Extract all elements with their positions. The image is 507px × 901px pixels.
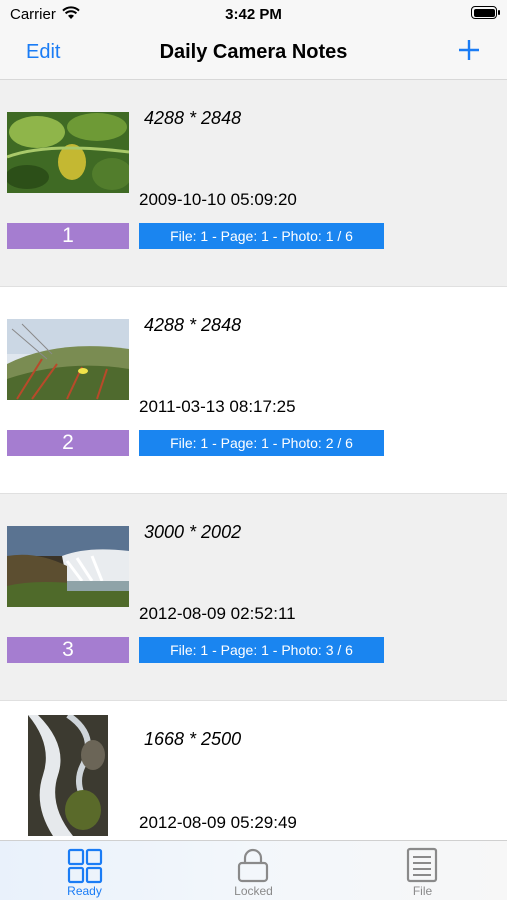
battery-icon bbox=[471, 6, 500, 19]
photo-dimensions: 4288 * 2848 bbox=[144, 315, 242, 335]
tab-label: Ready bbox=[67, 884, 102, 898]
photo-number-badge: 1 bbox=[7, 223, 129, 249]
photo-row[interactable]: 4288 * 2848 2011-03-13 08:17:25 2 File: … bbox=[0, 287, 507, 494]
grid-icon bbox=[67, 848, 103, 884]
photo-date: 2011-03-13 08:17:25 bbox=[139, 397, 296, 416]
photo-thumbnail bbox=[7, 319, 129, 400]
photo-number-badge: 3 bbox=[7, 637, 129, 663]
photo-row[interactable]: 1668 * 2500 2012-08-09 05:29:49 bbox=[0, 701, 507, 840]
photo-number-badge: 2 bbox=[7, 430, 129, 456]
photo-thumbnail bbox=[28, 715, 108, 836]
photo-date: 2012-08-09 05:29:49 bbox=[139, 813, 297, 832]
photo-dimensions: 3000 * 2002 bbox=[144, 522, 242, 542]
page-title: Daily Camera Notes bbox=[159, 41, 348, 63]
photo-thumbnail bbox=[7, 526, 129, 607]
photo-date: 2012-08-09 02:52:11 bbox=[139, 604, 296, 623]
tab-label: File bbox=[412, 884, 433, 898]
lock-icon bbox=[237, 848, 269, 883]
photo-thumbnail bbox=[7, 112, 129, 193]
photo-date: 2009-10-10 05:09:20 bbox=[139, 190, 297, 209]
tab-ready[interactable]: Ready bbox=[0, 841, 169, 901]
file-info-badge: File: 1 - Page: 1 - Photo: 3 / 6 bbox=[139, 637, 384, 663]
photo-row[interactable]: 4288 * 2848 2009-10-10 05:09:20 1 File: … bbox=[0, 80, 507, 287]
document-icon bbox=[406, 847, 438, 883]
navigation-bar: Edit Daily Camera Notes bbox=[0, 30, 507, 80]
photo-row[interactable]: 3000 * 2002 2012-08-09 02:52:11 3 File: … bbox=[0, 494, 507, 701]
tab-locked[interactable]: Locked bbox=[169, 841, 338, 901]
photo-dimensions: 4288 * 2848 bbox=[144, 108, 242, 128]
file-info-badge: File: 1 - Page: 1 - Photo: 2 / 6 bbox=[139, 430, 384, 456]
status-bar: Carrier 3:42 PM bbox=[0, 0, 507, 30]
photo-dimensions: 1668 * 2500 bbox=[144, 729, 242, 749]
photo-list[interactable]: 4288 * 2848 2009-10-10 05:09:20 1 File: … bbox=[0, 80, 507, 840]
tab-bar: Ready Locked File bbox=[0, 840, 507, 900]
plus-icon[interactable] bbox=[457, 38, 481, 62]
file-info-badge: File: 1 - Page: 1 - Photo: 1 / 6 bbox=[139, 223, 384, 249]
tab-label: Locked bbox=[234, 884, 273, 898]
status-time: 3:42 PM bbox=[225, 6, 282, 23]
tab-file[interactable]: File bbox=[338, 841, 507, 901]
